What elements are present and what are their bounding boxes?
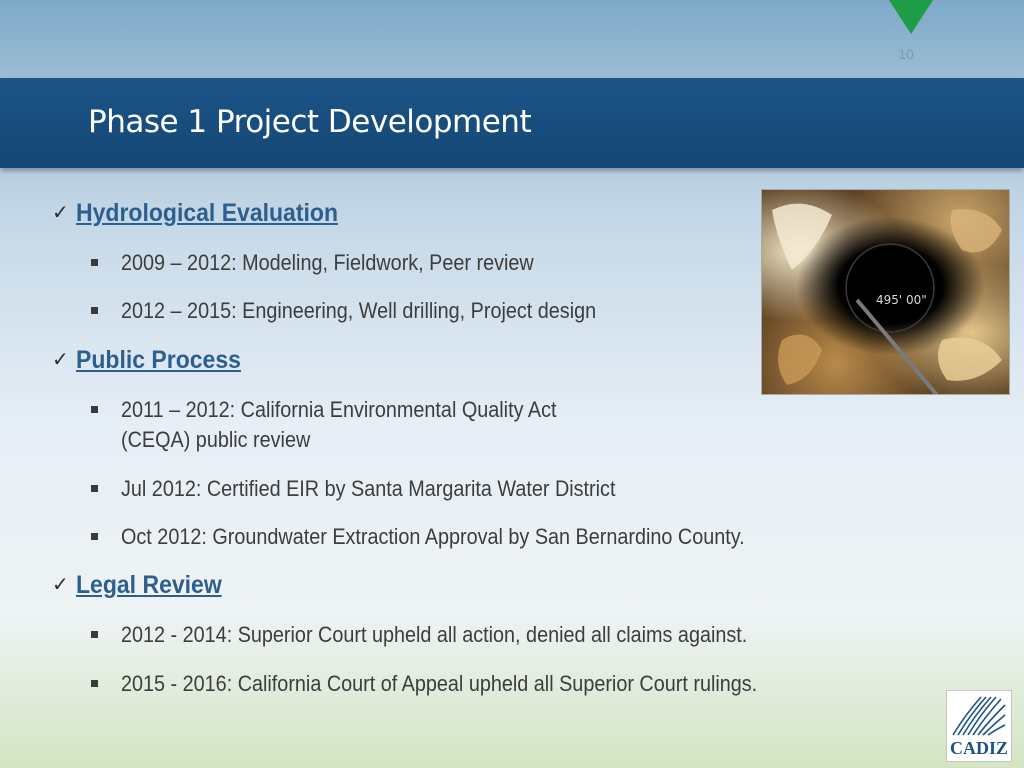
- list-item: Jul 2012: Certified EIR by Santa Margari…: [121, 476, 616, 501]
- square-bullet-icon: [91, 259, 98, 266]
- list-item: 2015 - 2016: California Court of Appeal …: [121, 671, 758, 696]
- list-item-continuation: (CEQA) public review: [121, 427, 311, 452]
- logo-text: CADIZ: [949, 738, 1008, 758]
- list-item: 2009 – 2012: Modeling, Fieldwork, Peer r…: [121, 250, 534, 275]
- list-item: 2012 - 2014: Superior Court upheld all a…: [121, 622, 748, 647]
- square-bullet-icon: [91, 307, 98, 314]
- checkmark-icon: ✓: [52, 200, 69, 224]
- list-item: Oct 2012: Groundwater Extraction Approva…: [121, 524, 745, 549]
- square-bullet-icon: [91, 533, 98, 540]
- logo-mark-icon: [952, 696, 1006, 736]
- list-item: 2011 – 2012: California Environmental Qu…: [121, 397, 557, 422]
- square-bullet-icon: [91, 680, 98, 687]
- slide-content: ✓ Hydrological Evaluation 2009 – 2012: M…: [0, 0, 1024, 768]
- square-bullet-icon: [91, 485, 98, 492]
- checkmark-icon: ✓: [52, 347, 69, 371]
- square-bullet-icon: [91, 406, 98, 413]
- section-heading-hydrological: Hydrological Evaluation: [76, 199, 338, 227]
- square-bullet-icon: [91, 631, 98, 638]
- company-logo: CADIZ: [946, 690, 1012, 762]
- list-item: 2012 – 2015: Engineering, Well drilling,…: [121, 298, 597, 323]
- section-heading-public-process: Public Process: [76, 346, 241, 374]
- section-heading-legal-review: Legal Review: [76, 571, 222, 599]
- checkmark-icon: ✓: [52, 572, 69, 596]
